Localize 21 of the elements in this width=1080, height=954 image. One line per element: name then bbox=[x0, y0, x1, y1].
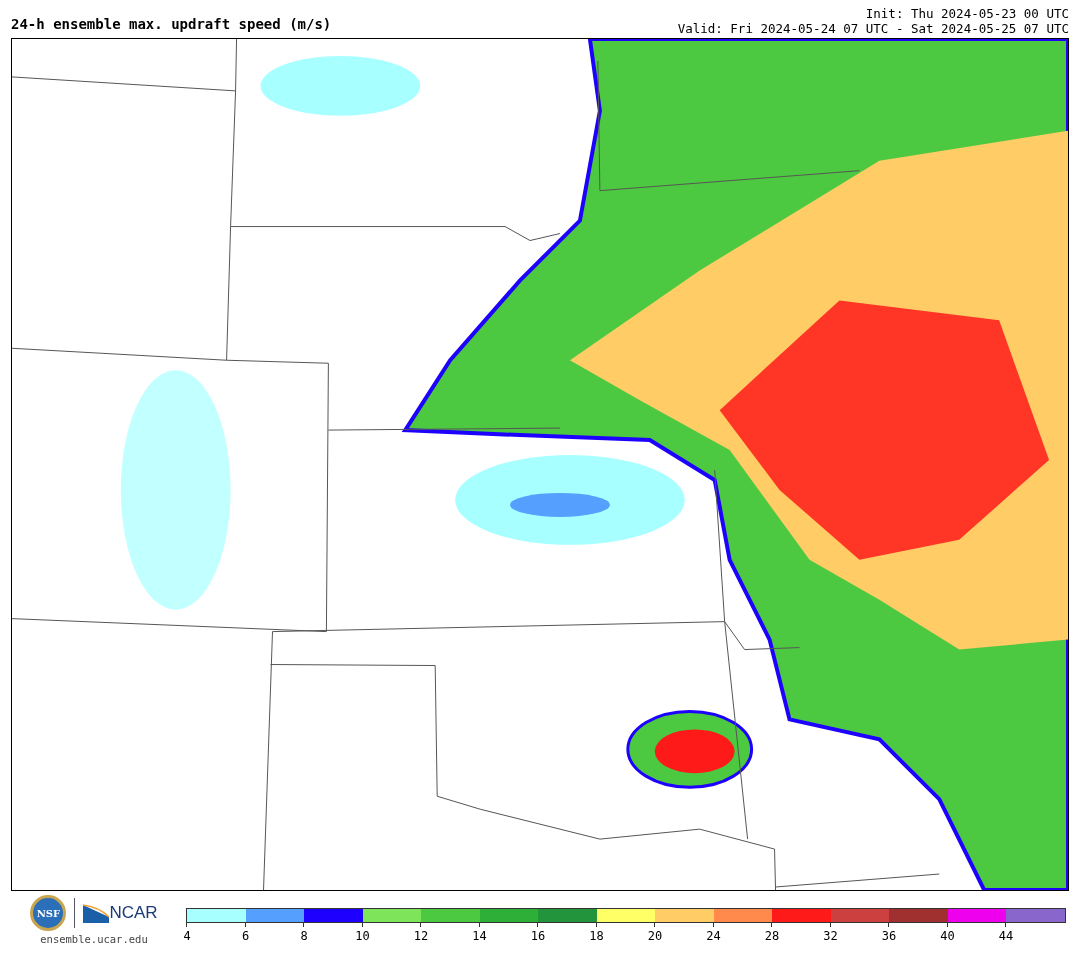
tick-label: 10 bbox=[355, 929, 370, 943]
chart-title: 24-h ensemble max. updraft speed (m/s) bbox=[11, 16, 332, 34]
tick-label: 16 bbox=[530, 929, 546, 943]
tick-label: 6 bbox=[241, 929, 250, 943]
tick-label: 4 bbox=[183, 929, 191, 943]
nsf-logo: NSF bbox=[30, 895, 67, 931]
init-time: Init: Thu 2024-05-23 00 UTC bbox=[864, 6, 1069, 21]
tick-label: 24 bbox=[706, 929, 721, 943]
tick-label: 44 bbox=[998, 929, 1014, 943]
tick-label: 28 bbox=[764, 929, 780, 943]
valid-time: Valid: Fri 2024-05-24 07 UTC - Sat 2024-05-25 07 UTC bbox=[677, 21, 1069, 36]
tick-label: 40 bbox=[940, 929, 955, 943]
tick-label: 36 bbox=[881, 929, 897, 943]
tick-label: 20 bbox=[647, 929, 663, 943]
tick-label: 14 bbox=[472, 929, 487, 943]
website-url: ensemble.ucar.edu bbox=[40, 933, 148, 945]
tick-label: 12 bbox=[413, 929, 429, 943]
ncar-logo: NCAR bbox=[83, 903, 158, 923]
tick-label: 8 bbox=[300, 929, 308, 943]
tick-label: 32 bbox=[823, 929, 838, 943]
tick-label: 18 bbox=[589, 929, 604, 943]
